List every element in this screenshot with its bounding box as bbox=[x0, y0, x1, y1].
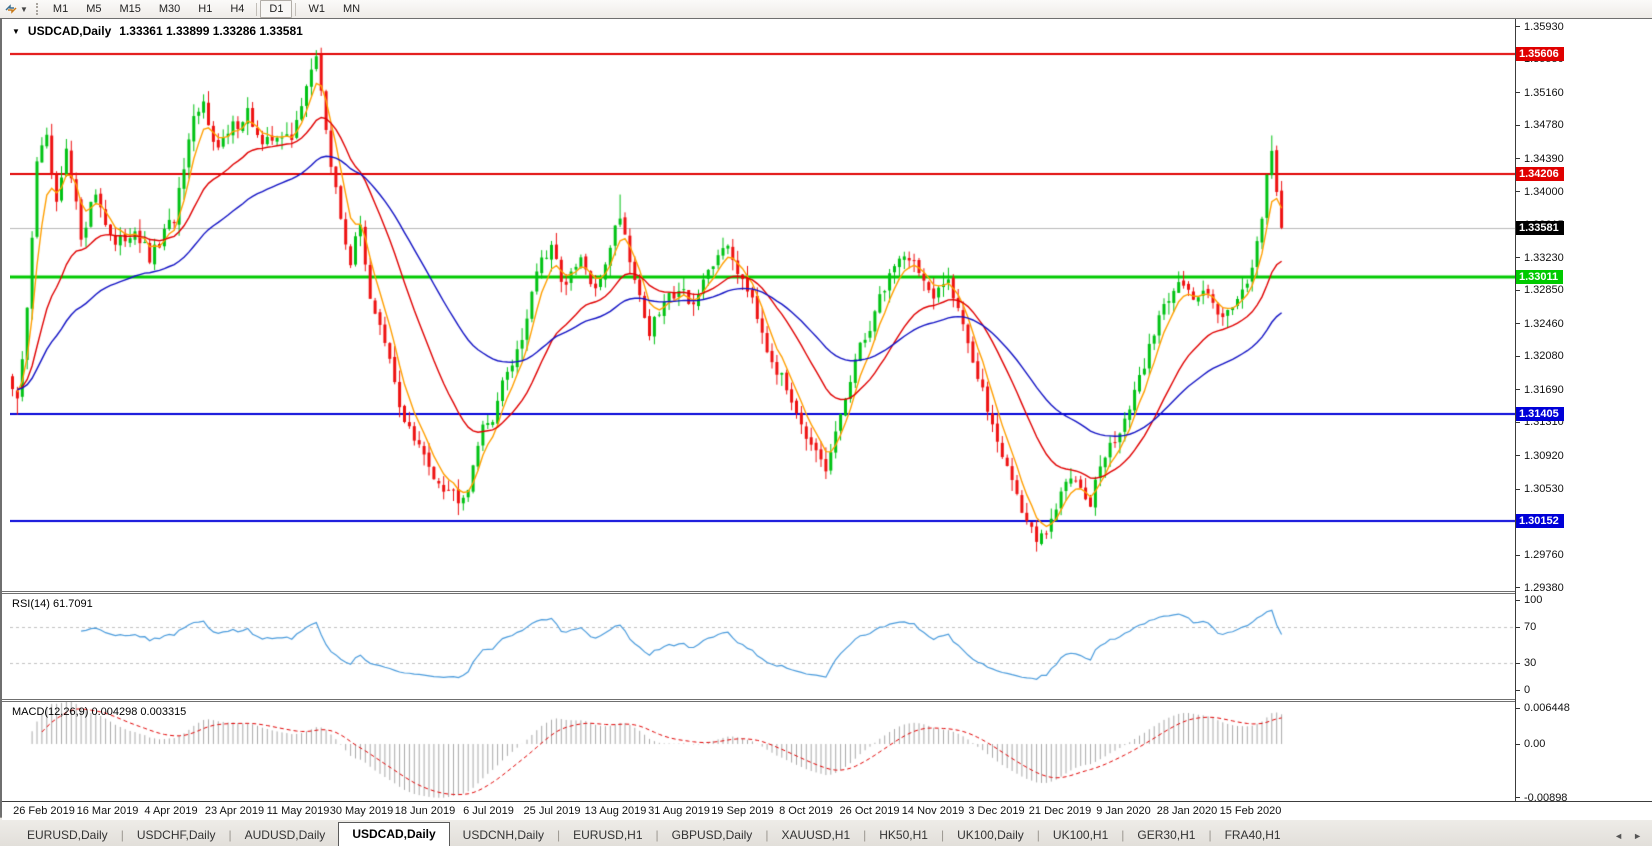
price-axis-tick: 1.30920 bbox=[1516, 450, 1564, 462]
time-axis-label: 4 Apr 2019 bbox=[144, 805, 197, 817]
timeframe-button-h4[interactable]: H4 bbox=[221, 0, 253, 18]
chevron-down-icon: ▼ bbox=[20, 5, 28, 14]
chart-tab-gbpusd-daily[interactable]: GBPUSD,Daily bbox=[659, 825, 766, 846]
macd-pane: MACD(12,26,9) 0.004298 0.003315 bbox=[2, 702, 1652, 801]
time-axis-label: 26 Oct 2019 bbox=[840, 805, 900, 817]
timeframe-button-d1[interactable]: D1 bbox=[260, 0, 292, 18]
chart-tab-bar: EURUSD,Daily|USDCHF,Daily|AUDUSD,DailyUS… bbox=[0, 817, 1652, 846]
chart-tab-audusd-daily[interactable]: AUDUSD,Daily bbox=[232, 825, 339, 846]
tabs-scroll-left-icon[interactable]: ◄ bbox=[1614, 831, 1623, 841]
trading-terminal: ▼ M1M5M15M30H1H4 D1 W1MN ▼ USDCAD,Daily 1.… bbox=[0, 0, 1652, 846]
toolbar-grip-handle[interactable] bbox=[36, 3, 38, 15]
time-axis-label: 8 Oct 2019 bbox=[779, 805, 833, 817]
price-chart-canvas[interactable] bbox=[10, 19, 1518, 591]
chart-tab-uk100-h1[interactable]: UK100,H1 bbox=[1040, 825, 1121, 846]
toolbar-separator bbox=[295, 3, 296, 16]
time-axis-label: 31 Aug 2019 bbox=[648, 805, 710, 817]
time-axis-label: 25 Jul 2019 bbox=[524, 805, 581, 817]
toolbar-separator bbox=[256, 3, 257, 16]
rsi-axis-tick: 100 bbox=[1516, 594, 1542, 606]
price-level-label: 1.33581 bbox=[1516, 221, 1564, 235]
price-axis-tick: 1.32460 bbox=[1516, 318, 1564, 330]
timeframe-button-h1[interactable]: H1 bbox=[189, 0, 221, 18]
time-axis-label: 30 May 2019 bbox=[330, 805, 394, 817]
timeframe-button-m30[interactable]: M30 bbox=[150, 0, 189, 18]
rsi-axis-tick: 70 bbox=[1516, 621, 1536, 633]
price-axis-tick: 1.34780 bbox=[1516, 119, 1564, 131]
price-axis-tick: 1.35930 bbox=[1516, 21, 1564, 33]
time-axis-label: 6 Jul 2019 bbox=[463, 805, 514, 817]
time-axis-label: 18 Jun 2019 bbox=[395, 805, 456, 817]
time-axis-label: 15 Feb 2020 bbox=[1220, 805, 1282, 817]
chart-tab-ger30-h1[interactable]: GER30,H1 bbox=[1124, 825, 1208, 846]
time-axis-label: 14 Nov 2019 bbox=[902, 805, 964, 817]
time-axis-label: 28 Jan 2020 bbox=[1157, 805, 1218, 817]
time-axis-label: 11 May 2019 bbox=[267, 805, 330, 817]
price-axis-tick: 1.31690 bbox=[1516, 384, 1564, 396]
time-axis-label: 16 Mar 2019 bbox=[77, 805, 139, 817]
macd-axis-tick: 0.00 bbox=[1516, 738, 1545, 750]
chart-tab-eurusd-daily[interactable]: EURUSD,Daily bbox=[14, 825, 121, 846]
time-axis-label: 26 Feb 2019 bbox=[13, 805, 75, 817]
price-level-label: 1.30152 bbox=[1516, 514, 1564, 528]
price-level-label: 1.35606 bbox=[1516, 47, 1564, 61]
timeframe-button-w1[interactable]: W1 bbox=[299, 0, 334, 18]
chart-tab-usdcnh-daily[interactable]: USDCNH,Daily bbox=[450, 825, 557, 846]
tab-scroll-controls: ◄ ► bbox=[1608, 831, 1652, 846]
time-axis-label: 23 Apr 2019 bbox=[205, 805, 264, 817]
chart-symbol-period: USDCAD,Daily bbox=[28, 24, 111, 38]
price-pane: ▼ USDCAD,Daily 1.33361 1.33899 1.33286 1… bbox=[2, 19, 1652, 591]
time-axis-label: 21 Dec 2019 bbox=[1029, 805, 1091, 817]
timeframe-button-m5[interactable]: M5 bbox=[77, 0, 110, 18]
chart-tab-usdcad-daily[interactable]: USDCAD,Daily bbox=[338, 822, 449, 846]
timeframe-button-m15[interactable]: M15 bbox=[110, 0, 149, 18]
time-axis-label: 13 Aug 2019 bbox=[585, 805, 647, 817]
macd-axis-tick: 0.006448 bbox=[1516, 702, 1570, 714]
macd-chart-canvas[interactable] bbox=[10, 702, 1518, 801]
chart-title: ▼ USDCAD,Daily 1.33361 1.33899 1.33286 1… bbox=[12, 24, 303, 38]
tabs-scroll-right-icon[interactable]: ► bbox=[1633, 831, 1642, 841]
rsi-pane: RSI(14) 61.7091 bbox=[2, 594, 1652, 699]
price-level-label: 1.31405 bbox=[1516, 407, 1564, 421]
price-level-label: 1.34206 bbox=[1516, 167, 1564, 181]
chart-tab-xauusd-h1[interactable]: XAUUSD,H1 bbox=[768, 825, 863, 846]
rsi-current-value: 61.7091 bbox=[53, 598, 93, 610]
chart-window: ▼ USDCAD,Daily 1.33361 1.33899 1.33286 1… bbox=[0, 18, 1652, 818]
macd-current-values: 0.004298 0.003315 bbox=[91, 706, 186, 718]
rsi-label: RSI(14) 61.7091 bbox=[12, 598, 93, 610]
timeframe-toolbar: ▼ M1M5M15M30H1H4 D1 W1MN bbox=[0, 0, 1652, 19]
price-axis-tick: 1.34390 bbox=[1516, 153, 1564, 165]
timeframes-menu-button[interactable]: ▼ bbox=[0, 1, 32, 17]
timeframe-button-mn[interactable]: MN bbox=[334, 0, 369, 18]
rsi-chart-canvas[interactable] bbox=[10, 594, 1518, 699]
price-axis-tick: 1.32080 bbox=[1516, 350, 1564, 362]
rsi-axis-tick: 30 bbox=[1516, 657, 1536, 669]
price-axis-tick: 1.29380 bbox=[1516, 582, 1564, 594]
price-axis-tick: 1.30530 bbox=[1516, 483, 1564, 495]
chart-tab-uk100-daily[interactable]: UK100,Daily bbox=[944, 825, 1037, 846]
price-axis-tick: 1.34000 bbox=[1516, 186, 1564, 198]
price-axis-tick: 1.32850 bbox=[1516, 284, 1564, 296]
time-axis-label: 19 Sep 2019 bbox=[711, 805, 773, 817]
price-axis[interactable]: 1.359301.355501.351601.347801.343901.340… bbox=[1515, 19, 1652, 801]
chart-menu-icon[interactable]: ▼ bbox=[12, 27, 20, 36]
timeframe-button-m1[interactable]: M1 bbox=[44, 0, 77, 18]
macd-label: MACD(12,26,9) 0.004298 0.003315 bbox=[12, 706, 186, 718]
chart-ohlc-values: 1.33361 1.33899 1.33286 1.33581 bbox=[119, 24, 303, 38]
time-axis[interactable]: 26 Feb 201916 Mar 2019 4 Apr 2019 23 Apr 2… bbox=[2, 801, 1652, 820]
price-axis-tick: 1.29760 bbox=[1516, 549, 1564, 561]
timeframes-icon bbox=[4, 2, 18, 16]
time-axis-label: 9 Jan 2020 bbox=[1096, 805, 1150, 817]
macd-axis-tick: -0.00898 bbox=[1516, 792, 1567, 804]
price-axis-tick: 1.35160 bbox=[1516, 87, 1564, 99]
time-axis-label: 3 Dec 2019 bbox=[968, 805, 1024, 817]
chart-tab-usdchf-daily[interactable]: USDCHF,Daily bbox=[124, 825, 229, 846]
rsi-axis-tick: 0 bbox=[1516, 684, 1530, 696]
price-level-label: 1.33011 bbox=[1516, 270, 1563, 284]
chart-tab-fra40-h1[interactable]: FRA40,H1 bbox=[1212, 825, 1294, 846]
chart-tab-hk50-h1[interactable]: HK50,H1 bbox=[866, 825, 941, 846]
price-axis-tick: 1.33230 bbox=[1516, 252, 1564, 264]
chart-tab-eurusd-h1[interactable]: EURUSD,H1 bbox=[560, 825, 655, 846]
